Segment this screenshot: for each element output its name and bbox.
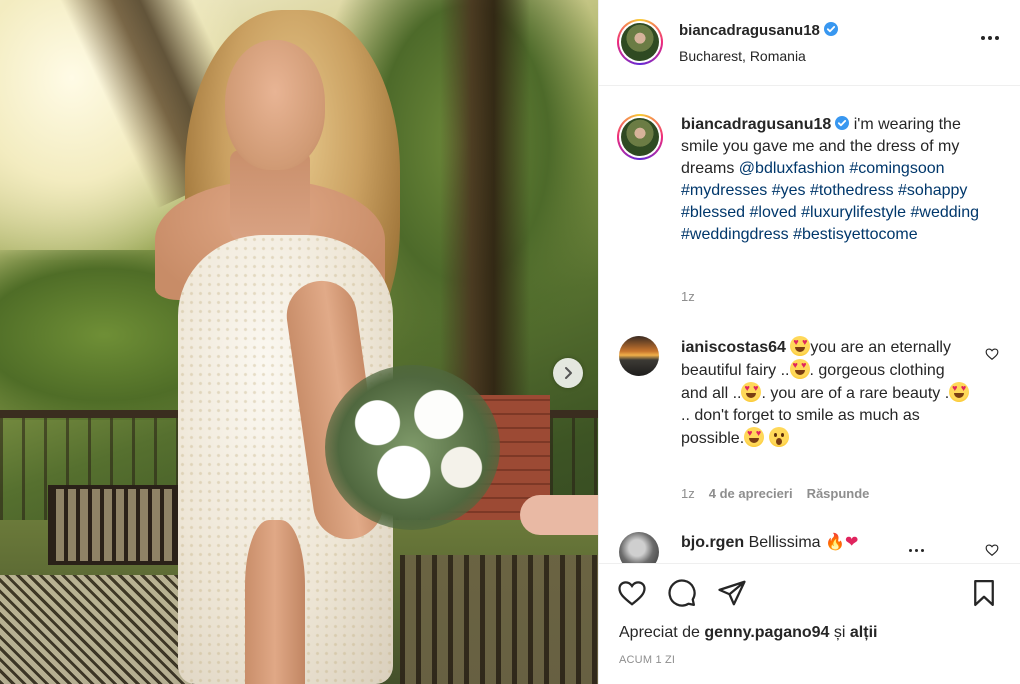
comment-body-part: .. don't forget to smile as much as poss… <box>681 407 920 447</box>
caption-meta: 1z <box>681 289 695 304</box>
liked-prefix: Apreciat de <box>619 624 705 641</box>
hashtag[interactable]: #mydresses <box>681 182 767 199</box>
hashtag[interactable]: #blessed <box>681 204 745 221</box>
post-header: biancadragusanu18 Bucharest, Romania <box>599 0 1020 86</box>
comments-list[interactable]: biancadragusanu18 i'm wearing the smile … <box>599 87 1020 563</box>
comment-age[interactable]: 1z <box>681 486 695 501</box>
post-timestamp[interactable]: ACUM 1 ZI <box>619 654 675 666</box>
next-photo-button[interactable] <box>553 358 583 388</box>
red-heart-emoji-icon: ❤ <box>844 534 859 551</box>
comment-body-part: . you are of a rare beauty . <box>761 385 950 402</box>
caption-text: biancadragusanu18 i'm wearing the smile … <box>681 114 981 246</box>
post-side-panel: biancadragusanu18 Bucharest, Romania bia… <box>598 0 1020 684</box>
hashtag[interactable]: #sohappy <box>898 182 967 199</box>
paper-plane-icon[interactable] <box>717 578 747 608</box>
heart-eyes-emoji-icon <box>790 336 811 356</box>
hashtag[interactable]: #loved <box>750 204 797 221</box>
commenter-avatar[interactable] <box>619 532 659 563</box>
verified-badge-icon <box>823 22 838 36</box>
hashtag[interactable]: #wedding <box>911 204 980 221</box>
liked-by-user[interactable]: genny.pagano94 <box>704 624 829 641</box>
photo-hand <box>520 495 598 535</box>
liked-by-line: Apreciat de genny.pagano94 și alții <box>619 624 877 642</box>
author-avatar[interactable] <box>617 19 663 65</box>
comment-meta: 1z 4 de aprecieri Răspunde <box>681 486 869 501</box>
hashtag[interactable]: #bestisyettocome <box>793 226 918 243</box>
caption-avatar[interactable] <box>617 114 663 160</box>
bookmark-icon[interactable] <box>969 578 999 608</box>
photo-leg <box>245 520 305 684</box>
comment-likes-count[interactable]: 4 de aprecieri <box>709 486 793 501</box>
hashtag[interactable]: #luxurylifestyle <box>801 204 906 221</box>
more-options-icon[interactable] <box>981 36 999 40</box>
comment-username[interactable]: bjo.rgen <box>681 534 744 551</box>
hashtag[interactable]: #comingsoon <box>849 160 944 177</box>
caption-username[interactable]: biancadragusanu18 <box>681 116 831 133</box>
fire-emoji-icon: 🔥 <box>825 534 845 551</box>
comment-like-heart-icon[interactable] <box>985 347 999 361</box>
comment-text: ianiscostas64 you are an eternally beaut… <box>681 336 971 450</box>
comment-icon[interactable] <box>667 578 697 608</box>
heart-eyes-emoji-icon <box>741 382 762 402</box>
comment-options-icon[interactable] <box>909 549 924 552</box>
hashtag[interactable]: #yes <box>772 182 806 199</box>
hashtag[interactable]: #tothedress <box>810 182 894 199</box>
liked-by-others[interactable]: alții <box>850 624 878 641</box>
astonished-emoji-icon <box>768 427 789 447</box>
heart-icon[interactable] <box>617 578 647 608</box>
author-block: biancadragusanu18 <box>679 22 838 40</box>
reply-button[interactable]: Răspunde <box>807 486 870 501</box>
photo-bench <box>400 555 598 684</box>
caption-age[interactable]: 1z <box>681 289 695 304</box>
post-actions: Apreciat de genny.pagano94 și alții ACUM… <box>599 563 1020 684</box>
photo-chair <box>48 485 178 565</box>
heart-eyes-emoji-icon <box>744 427 765 447</box>
post-location[interactable]: Bucharest, Romania <box>679 48 806 64</box>
liked-conjunction: și <box>829 624 850 641</box>
verified-badge-icon <box>835 116 850 130</box>
post-photo[interactable] <box>0 0 598 684</box>
commenter-avatar[interactable] <box>619 336 659 376</box>
heart-eyes-emoji-icon <box>949 382 970 402</box>
comment-like-heart-icon[interactable] <box>985 543 999 557</box>
caption-mention[interactable]: @bdluxfashion <box>739 160 845 177</box>
comment-username[interactable]: ianiscostas64 <box>681 339 786 356</box>
chevron-right-icon <box>565 367 572 379</box>
photo-bouquet <box>325 365 500 530</box>
author-username[interactable]: biancadragusanu18 <box>679 22 820 39</box>
heart-eyes-emoji-icon <box>789 359 810 379</box>
comment-text: bjo.rgen Bellissima 🔥❤ <box>681 532 981 554</box>
hashtag[interactable]: #weddingdress <box>681 226 789 243</box>
comment-body: Bellissima <box>748 534 821 551</box>
photo-face <box>225 40 325 170</box>
